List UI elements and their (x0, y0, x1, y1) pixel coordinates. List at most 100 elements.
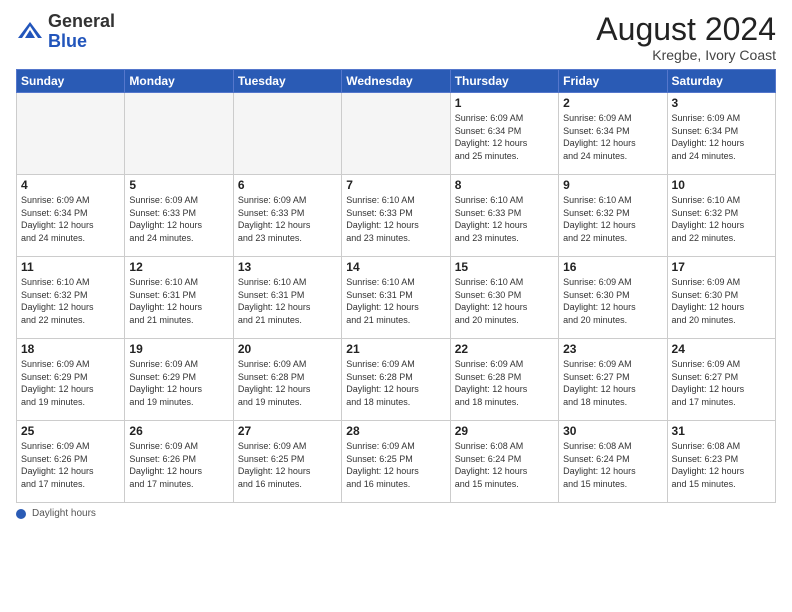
day-info: Sunrise: 6:09 AM Sunset: 6:30 PM Dayligh… (563, 276, 662, 326)
header: General Blue August 2024 Kregbe, Ivory C… (16, 12, 776, 63)
day-number: 29 (455, 424, 554, 438)
day-info: Sunrise: 6:10 AM Sunset: 6:30 PM Dayligh… (455, 276, 554, 326)
day-info: Sunrise: 6:10 AM Sunset: 6:31 PM Dayligh… (238, 276, 337, 326)
day-header-wednesday: Wednesday (342, 70, 450, 93)
calendar-cell: 16 Sunrise: 6:09 AM Sunset: 6:30 PM Dayli… (559, 257, 667, 339)
day-info: Sunrise: 6:10 AM Sunset: 6:32 PM Dayligh… (672, 194, 771, 244)
calendar-table: SundayMondayTuesdayWednesdayThursdayFrid… (16, 69, 776, 503)
calendar-cell (342, 93, 450, 175)
day-header-saturday: Saturday (667, 70, 775, 93)
calendar-cell: 8Sunrise: 6:10 AM Sunset: 6:33 PM Daylig… (450, 175, 558, 257)
calendar-cell: 9Sunrise: 6:10 AM Sunset: 6:32 PM Daylig… (559, 175, 667, 257)
day-info: Sunrise: 6:09 AM Sunset: 6:34 PM Dayligh… (563, 112, 662, 162)
calendar-cell: 25Sunrise: 6:09 AM Sunset: 6:26 PM Dayli… (17, 421, 125, 503)
calendar-cell: 20 Sunrise: 6:09 AM Sunset: 6:28 PM Dayli… (233, 339, 341, 421)
day-info: Sunrise: 6:09 AM Sunset: 6:26 PM Dayligh… (21, 440, 120, 490)
day-number: 3 (672, 96, 771, 110)
logo-icon (16, 18, 44, 46)
calendar-cell: 30 Sunrise: 6:08 AM Sunset: 6:24 PM Dayli… (559, 421, 667, 503)
day-number: 5 (129, 178, 228, 192)
day-info: Sunrise: 6:09 AM Sunset: 6:28 PM Dayligh… (238, 358, 337, 408)
calendar-cell: 10Sunrise: 6:10 AM Sunset: 6:32 PM Dayli… (667, 175, 775, 257)
day-info: Sunrise: 6:09 AM Sunset: 6:33 PM Dayligh… (238, 194, 337, 244)
calendar-cell: 23 Sunrise: 6:09 AM Sunset: 6:27 PM Dayli… (559, 339, 667, 421)
day-number: 24 (672, 342, 771, 356)
calendar-cell: 22 Sunrise: 6:09 AM Sunset: 6:28 PM Dayli… (450, 339, 558, 421)
day-header-thursday: Thursday (450, 70, 558, 93)
day-info: Sunrise: 6:09 AM Sunset: 6:28 PM Dayligh… (346, 358, 445, 408)
calendar-cell: 13 Sunrise: 6:10 AM Sunset: 6:31 PM Dayli… (233, 257, 341, 339)
calendar-week-3: 18Sunrise: 6:09 AM Sunset: 6:29 PM Dayli… (17, 339, 776, 421)
calendar-cell: 4 Sunrise: 6:09 AM Sunset: 6:34 PM Daylig… (17, 175, 125, 257)
calendar-cell: 26 Sunrise: 6:09 AM Sunset: 6:26 PM Dayli… (125, 421, 233, 503)
day-number: 23 (563, 342, 662, 356)
day-number: 11 (21, 260, 120, 274)
day-info: Sunrise: 6:10 AM Sunset: 6:31 PM Dayligh… (346, 276, 445, 326)
calendar-cell: 17 Sunrise: 6:09 AM Sunset: 6:30 PM Dayli… (667, 257, 775, 339)
day-number: 6 (238, 178, 337, 192)
calendar-cell: 1 Sunrise: 6:09 AM Sunset: 6:34 PM Daylig… (450, 93, 558, 175)
calendar-cell: 7 Sunrise: 6:10 AM Sunset: 6:33 PM Daylig… (342, 175, 450, 257)
day-info: Sunrise: 6:09 AM Sunset: 6:25 PM Dayligh… (238, 440, 337, 490)
day-number: 30 (563, 424, 662, 438)
day-info: Sunrise: 6:09 AM Sunset: 6:34 PM Dayligh… (455, 112, 554, 162)
calendar-cell: 3 Sunrise: 6:09 AM Sunset: 6:34 PM Daylig… (667, 93, 775, 175)
day-number: 8 (455, 178, 554, 192)
calendar-cell: 6 Sunrise: 6:09 AM Sunset: 6:33 PM Daylig… (233, 175, 341, 257)
day-info: Sunrise: 6:09 AM Sunset: 6:34 PM Dayligh… (21, 194, 120, 244)
logo-text: General Blue (48, 12, 115, 52)
calendar-cell: 27 Sunrise: 6:09 AM Sunset: 6:25 PM Dayli… (233, 421, 341, 503)
day-number: 21 (346, 342, 445, 356)
day-number: 27 (238, 424, 337, 438)
day-number: 26 (129, 424, 228, 438)
day-info: Sunrise: 6:08 AM Sunset: 6:24 PM Dayligh… (563, 440, 662, 490)
day-info: Sunrise: 6:09 AM Sunset: 6:27 PM Dayligh… (563, 358, 662, 408)
calendar-cell: 19Sunrise: 6:09 AM Sunset: 6:29 PM Dayli… (125, 339, 233, 421)
calendar-week-1: 4 Sunrise: 6:09 AM Sunset: 6:34 PM Daylig… (17, 175, 776, 257)
day-info: Sunrise: 6:09 AM Sunset: 6:25 PM Dayligh… (346, 440, 445, 490)
day-number: 28 (346, 424, 445, 438)
day-number: 20 (238, 342, 337, 356)
calendar-cell: 15 Sunrise: 6:10 AM Sunset: 6:30 PM Dayli… (450, 257, 558, 339)
day-number: 4 (21, 178, 120, 192)
day-number: 15 (455, 260, 554, 274)
footer-label: Daylight hours (32, 508, 96, 519)
day-header-sunday: Sunday (17, 70, 125, 93)
day-number: 17 (672, 260, 771, 274)
day-header-tuesday: Tuesday (233, 70, 341, 93)
calendar-cell: 21 Sunrise: 6:09 AM Sunset: 6:28 PM Dayli… (342, 339, 450, 421)
day-info: Sunrise: 6:10 AM Sunset: 6:33 PM Dayligh… (346, 194, 445, 244)
calendar-cell: 24Sunrise: 6:09 AM Sunset: 6:27 PM Dayli… (667, 339, 775, 421)
calendar-cell: 14 Sunrise: 6:10 AM Sunset: 6:31 PM Dayli… (342, 257, 450, 339)
day-number: 14 (346, 260, 445, 274)
month-title: August 2024 (596, 12, 776, 47)
day-info: Sunrise: 6:09 AM Sunset: 6:28 PM Dayligh… (455, 358, 554, 408)
location-subtitle: Kregbe, Ivory Coast (596, 47, 776, 63)
title-block: August 2024 Kregbe, Ivory Coast (596, 12, 776, 63)
day-number: 18 (21, 342, 120, 356)
day-info: Sunrise: 6:10 AM Sunset: 6:31 PM Dayligh… (129, 276, 228, 326)
day-number: 16 (563, 260, 662, 274)
calendar-cell: 31Sunrise: 6:08 AM Sunset: 6:23 PM Dayli… (667, 421, 775, 503)
day-info: Sunrise: 6:08 AM Sunset: 6:24 PM Dayligh… (455, 440, 554, 490)
calendar-header-row: SundayMondayTuesdayWednesdayThursdayFrid… (17, 70, 776, 93)
footer-dot (16, 509, 26, 519)
day-number: 13 (238, 260, 337, 274)
calendar-week-4: 25Sunrise: 6:09 AM Sunset: 6:26 PM Dayli… (17, 421, 776, 503)
day-number: 2 (563, 96, 662, 110)
day-info: Sunrise: 6:10 AM Sunset: 6:32 PM Dayligh… (21, 276, 120, 326)
day-info: Sunrise: 6:09 AM Sunset: 6:30 PM Dayligh… (672, 276, 771, 326)
calendar-cell: 18Sunrise: 6:09 AM Sunset: 6:29 PM Dayli… (17, 339, 125, 421)
day-number: 7 (346, 178, 445, 192)
day-number: 9 (563, 178, 662, 192)
calendar-cell (233, 93, 341, 175)
day-number: 22 (455, 342, 554, 356)
day-info: Sunrise: 6:09 AM Sunset: 6:34 PM Dayligh… (672, 112, 771, 162)
day-number: 1 (455, 96, 554, 110)
calendar-cell: 11 Sunrise: 6:10 AM Sunset: 6:32 PM Dayli… (17, 257, 125, 339)
day-info: Sunrise: 6:09 AM Sunset: 6:26 PM Dayligh… (129, 440, 228, 490)
calendar-cell (125, 93, 233, 175)
calendar-cell (17, 93, 125, 175)
logo: General Blue (16, 12, 115, 52)
day-header-friday: Friday (559, 70, 667, 93)
